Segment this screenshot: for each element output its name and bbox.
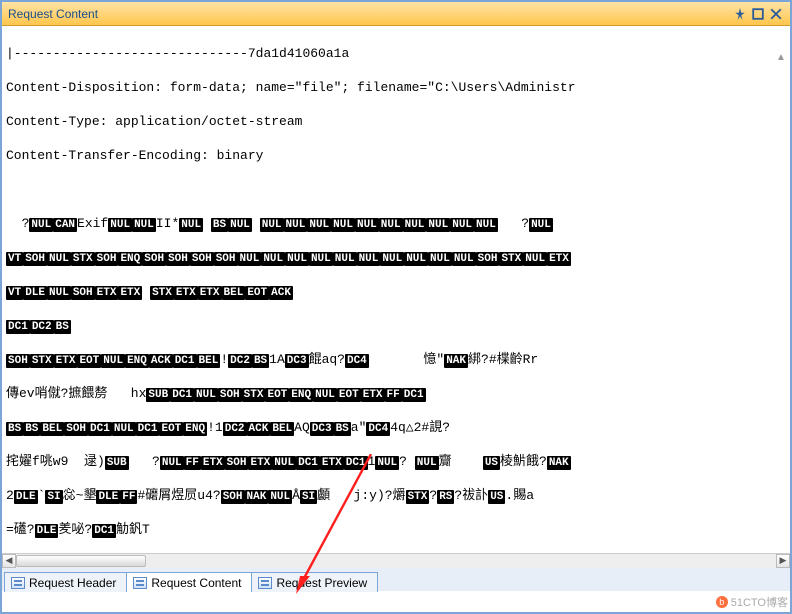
- scroll-up-arrow[interactable]: ▲: [774, 50, 788, 64]
- tab-label: Request Preview: [276, 576, 367, 590]
- binary-line-10: =礚?DLE羑咇?DC1觔釩T: [6, 521, 786, 538]
- maximize-icon[interactable]: [750, 7, 766, 21]
- request-content-window: Request Content ▲ |---------------------…: [0, 0, 792, 614]
- scrollbar-track[interactable]: [16, 554, 776, 568]
- window-title: Request Content: [8, 7, 732, 21]
- binary-line-4: DC1DC2BS: [6, 317, 786, 334]
- tab-request-header[interactable]: Request Header: [4, 572, 127, 592]
- content-transfer-encoding-line: Content-Transfer-Encoding: binary: [6, 147, 786, 164]
- tab-label: Request Content: [151, 576, 241, 590]
- content-shell: ▲ |------------------------------7da1d41…: [2, 26, 790, 567]
- content-disposition-line: Content-Disposition: form-data; name="fi…: [6, 79, 786, 96]
- scroll-right-arrow[interactable]: ▶: [776, 554, 790, 568]
- titlebar-controls: [732, 7, 784, 21]
- tab-file-icon: [133, 577, 147, 589]
- watermark-text: 51CTO博客: [731, 594, 788, 610]
- tabstrip: Request Header Request Content Request P…: [2, 567, 790, 591]
- horizontal-scrollbar[interactable]: ◀ ▶: [2, 553, 790, 567]
- pin-icon[interactable]: [732, 7, 748, 21]
- binary-line-2: VTSOHNULSTXSOHENQSOHSOHSOHSOHNULNULNULNU…: [6, 249, 786, 266]
- tab-request-preview[interactable]: Request Preview: [251, 572, 378, 592]
- watermark-badge-icon: b: [716, 596, 728, 608]
- titlebar: Request Content: [2, 2, 790, 26]
- content-textarea[interactable]: |------------------------------7da1d4106…: [2, 26, 790, 553]
- watermark: b 51CTO博客: [716, 594, 788, 610]
- tab-label: Request Header: [29, 576, 116, 590]
- binary-line-8: 挓嬥f咷w9 逯)SUB ?NULFFETXSOHETXNULDC1ETXDC1…: [6, 453, 786, 470]
- tab-request-content[interactable]: Request Content: [126, 572, 252, 592]
- tab-file-icon: [11, 577, 25, 589]
- boundary-line: |------------------------------7da1d4106…: [6, 45, 786, 62]
- close-icon[interactable]: [768, 7, 784, 21]
- blank-line-1: [6, 181, 786, 198]
- content-type-line: Content-Type: application/octet-stream: [6, 113, 786, 130]
- binary-line-1: ?NULCANExifNULNULII*NUL BSNUL NULNULNULN…: [6, 215, 786, 232]
- scrollbar-thumb[interactable]: [16, 555, 146, 567]
- scroll-left-arrow[interactable]: ◀: [2, 554, 16, 568]
- binary-line-6: 傳ev哨僦?摭餵剺 hxSUBDC1NULSOHSTXEOTENQNULEOTE…: [6, 385, 786, 402]
- binary-line-9: 2DLE`SI惢~墾DLEFF#礳屑煜屃u4?SOHNAKNULÅSI顱 j:y…: [6, 487, 786, 504]
- binary-line-5: SOHSTXETXEOTNULENQACKDC1BEL!DC2BS1ADC3餛a…: [6, 351, 786, 368]
- tab-file-icon: [258, 577, 272, 589]
- binary-line-7: BSBSBELSOHDC1NULDC1EOTENQ!1DC2ACKBELAQDC…: [6, 419, 786, 436]
- binary-line-3: VTDLENULSOHETXETX STXETXETXBELEOTACK: [6, 283, 786, 300]
